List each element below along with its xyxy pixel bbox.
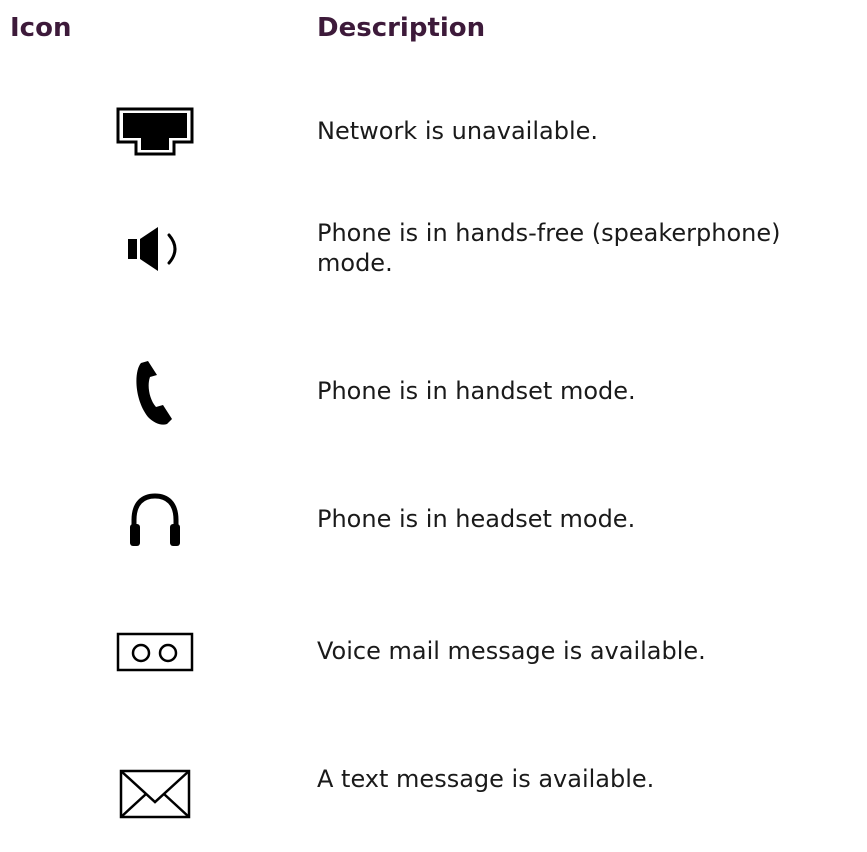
row-description: Phone is in hands-free (speakerphone) mo… <box>317 219 781 277</box>
network-unavailable-icon <box>110 104 200 160</box>
table-row: A text message is available. <box>0 760 867 844</box>
row-description: A text message is available. <box>317 765 655 793</box>
table-row: Network is unavailable. <box>0 102 867 162</box>
row-description: Voice mail message is available. <box>317 637 706 665</box>
description-column-header: Description <box>317 13 486 43</box>
speaker-icon <box>120 224 190 274</box>
table-row: Phone is in hands-free (speakerphone) mo… <box>0 214 867 284</box>
voicemail-icon <box>110 630 200 674</box>
row-description: Phone is in handset mode. <box>317 377 636 405</box>
row-description: Network is unavailable. <box>317 117 599 145</box>
headset-icon <box>125 490 185 550</box>
table-row: Phone is in headset mode. <box>0 480 867 560</box>
row-description: Phone is in headset mode. <box>317 505 636 533</box>
handset-icon <box>130 357 180 427</box>
table-header: Icon Description <box>0 8 867 48</box>
icon-column-header: Icon <box>10 13 72 43</box>
table-row: Phone is in handset mode. <box>0 352 867 432</box>
envelope-icon <box>110 768 200 820</box>
table-row: Voice mail message is available. <box>0 620 867 684</box>
